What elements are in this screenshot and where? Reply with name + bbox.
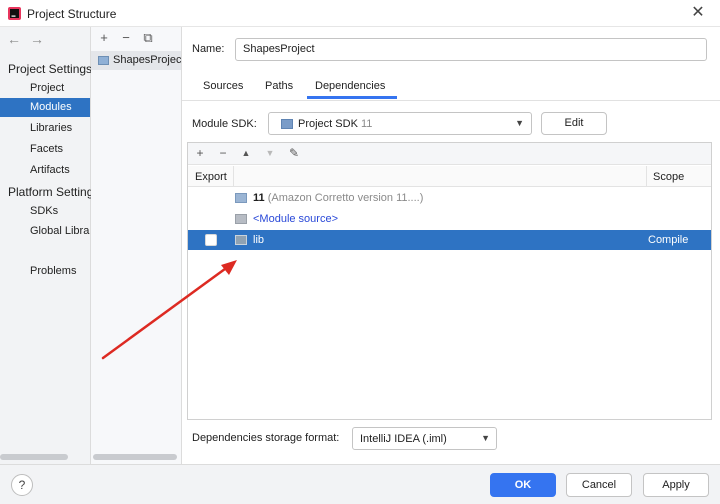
sdk-version: 11	[361, 118, 373, 130]
help-button[interactable]: ?	[11, 474, 33, 496]
column-divider	[233, 166, 234, 187]
storage-format-dropdown[interactable]: IntelliJ IDEA (.iml) ▼	[352, 427, 497, 450]
tab-paths[interactable]: Paths	[265, 80, 293, 92]
dependency-name: 11 (Amazon Corretto version 11....)	[253, 192, 424, 204]
jdk-folder-icon	[235, 193, 247, 203]
sidebar-item-modules[interactable]: Modules	[0, 98, 90, 117]
name-label: Name:	[192, 43, 225, 55]
project-settings-heading: Project Settings	[8, 62, 93, 76]
module-folder-icon	[98, 56, 109, 65]
dependencies-toolbar: + − ▲ ▼ ✎	[188, 143, 711, 165]
forward-arrow-icon[interactable]: →	[30, 31, 44, 47]
export-column-header[interactable]: Export	[195, 171, 227, 183]
dependency-row-jdk[interactable]: 11 (Amazon Corretto version 11....)	[188, 188, 711, 208]
copy-icon[interactable]: ⧉	[141, 30, 155, 46]
dependency-scope[interactable]: Compile	[648, 234, 688, 246]
sidebar-item-artifacts[interactable]: Artifacts	[0, 161, 90, 180]
sidebar-item-problems[interactable]: Problems	[0, 262, 90, 281]
move-down-icon[interactable]: ▼	[263, 145, 277, 162]
storage-format-label: Dependencies storage format:	[192, 432, 340, 444]
dependency-row-lib[interactable]: lib Compile	[188, 230, 711, 250]
edit-sdk-button[interactable]: Edit	[541, 112, 607, 135]
edit-pencil-icon[interactable]: ✎	[287, 145, 301, 162]
move-up-icon[interactable]: ▲	[239, 145, 253, 162]
chevron-down-icon: ▼	[481, 433, 490, 443]
module-name-field[interactable]: ShapesProject	[235, 38, 707, 61]
close-icon[interactable]: ✕	[689, 4, 707, 22]
chevron-down-icon: ▼	[515, 118, 524, 128]
dependency-name: <Module source>	[253, 213, 338, 225]
folder-icon	[235, 214, 247, 224]
apply-button[interactable]: Apply	[643, 473, 709, 497]
column-divider	[646, 166, 647, 187]
sidebar-item-global-libraries[interactable]: Global Libraries	[0, 222, 90, 241]
storage-format-value: IntelliJ IDEA (.iml)	[360, 433, 447, 445]
export-checkbox[interactable]	[205, 234, 217, 246]
dependencies-table: + − ▲ ▼ ✎ Export Scope 11 (Amazon Corret…	[187, 142, 712, 420]
module-sdk-dropdown[interactable]: Project SDK 11 ▼	[268, 112, 532, 135]
cancel-button[interactable]: Cancel	[566, 473, 632, 497]
sidebar-item-libraries[interactable]: Libraries	[0, 119, 90, 138]
add-dependency-icon[interactable]: +	[193, 145, 207, 162]
dialog-footer: ? OK Cancel Apply	[0, 464, 720, 504]
dependency-name: lib	[253, 234, 265, 246]
sidebar-item-project[interactable]: Project	[0, 79, 90, 98]
settings-sidebar: ← → Project Settings Project Modules Lib…	[0, 27, 99, 464]
dependencies-header: Export Scope	[188, 166, 711, 187]
dependency-row-module-source[interactable]: <Module source>	[188, 209, 711, 229]
modules-scrollbar[interactable]	[93, 454, 177, 460]
module-name: ShapesProject	[113, 54, 181, 66]
add-icon[interactable]: +	[97, 30, 111, 46]
modules-panel: + − ⧉ ShapesProject	[91, 27, 182, 464]
title-bar: Project Structure ✕	[0, 0, 720, 27]
sdk-folder-icon	[281, 119, 293, 129]
intellij-logo-icon	[8, 7, 21, 20]
scope-column-header[interactable]: Scope	[653, 171, 684, 183]
remove-icon[interactable]: −	[119, 30, 133, 46]
remove-dependency-icon[interactable]: −	[216, 145, 230, 162]
sidebar-item-facets[interactable]: Facets	[0, 140, 90, 159]
active-tab-indicator	[307, 96, 397, 99]
library-icon	[235, 235, 247, 245]
ok-button[interactable]: OK	[490, 473, 556, 497]
sdk-name: Project SDK	[298, 118, 358, 130]
window-title: Project Structure	[27, 7, 117, 21]
platform-settings-heading: Platform Settings	[8, 185, 100, 199]
sidebar-scrollbar[interactable]	[0, 454, 68, 460]
tabs-divider	[182, 100, 720, 101]
back-arrow-icon[interactable]: ←	[7, 31, 21, 47]
module-sdk-label: Module SDK:	[192, 118, 257, 130]
tab-dependencies[interactable]: Dependencies	[315, 80, 385, 92]
sidebar-item-sdks[interactable]: SDKs	[0, 202, 90, 221]
module-list-item[interactable]: ShapesProject	[91, 51, 181, 70]
tab-sources[interactable]: Sources	[203, 80, 243, 92]
